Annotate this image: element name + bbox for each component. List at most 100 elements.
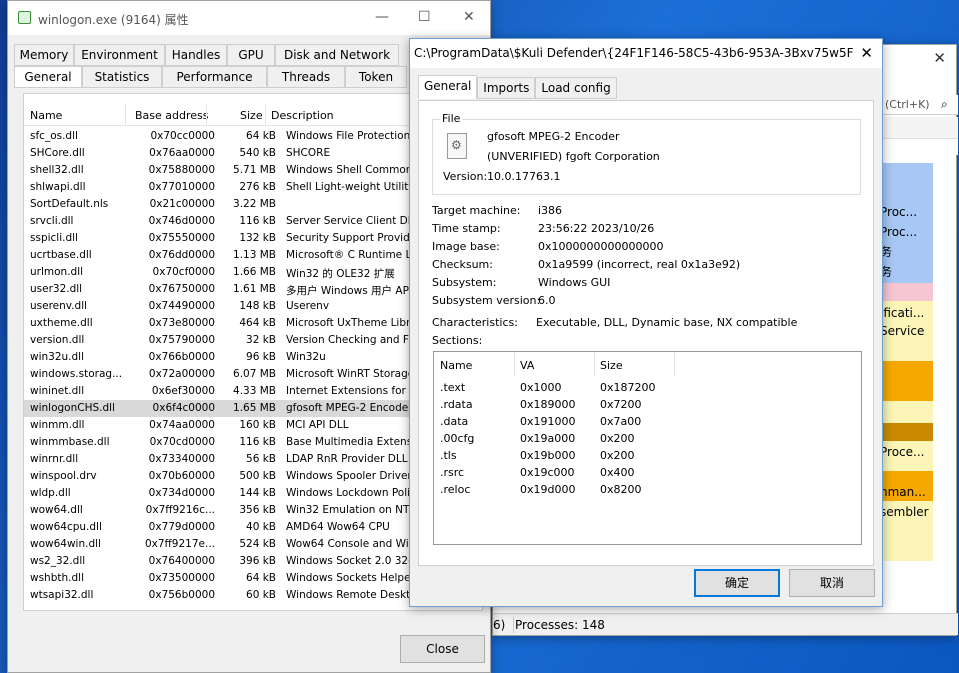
tab-load-config[interactable]: Load config (535, 77, 617, 99)
maximize-icon[interactable]: ☐ (418, 9, 431, 25)
module-name: srvcli.dll (30, 215, 74, 227)
module-description: Windows Sockets Helper DLL (286, 572, 426, 584)
section-row[interactable]: .reloc 0x19d000 0x8200 (434, 482, 861, 499)
section-row[interactable]: .rsrc 0x19c000 0x400 (434, 465, 861, 482)
module-size: 4.33 MB (233, 385, 276, 397)
sections-list[interactable]: Name VA Size .text 0x1000 0x187200 .rdata 0x… (433, 351, 862, 545)
module-description: Windows Shell Common Dll (286, 164, 426, 176)
module-name: urlmon.dll (30, 266, 84, 278)
section-size: 0x200 (600, 432, 635, 445)
hl-brown (878, 423, 933, 441)
module-name: winspool.drv (30, 470, 97, 482)
main-row[interactable]: Proc... (878, 221, 933, 243)
search-icon[interactable]: ⌕ (941, 97, 948, 112)
section-row[interactable]: .tls 0x19b000 0x200 (434, 448, 861, 465)
module-description: Windows Lockdown Policy (286, 487, 423, 499)
module-name: wtsapi32.dll (30, 589, 94, 601)
main-row[interactable]: nman... (878, 481, 933, 503)
dialog-close-icon[interactable]: ✕ (860, 44, 873, 62)
section-name: .00cfg (440, 432, 475, 445)
col-name[interactable]: Name (30, 109, 62, 122)
module-name: userenv.dll (30, 300, 88, 312)
sec-col-name[interactable]: Name (440, 359, 472, 372)
main-row[interactable]: Proc... (878, 201, 933, 223)
file-name: gfosoft MPEG-2 Encoder (487, 130, 620, 143)
tab-general[interactable]: General (418, 75, 478, 99)
main-row[interactable]: 务 (878, 241, 933, 263)
main-row[interactable]: Proce... (878, 441, 933, 463)
section-size: 0x400 (600, 466, 635, 479)
field-label: Subsystem: (432, 276, 497, 289)
main-close-icon[interactable]: ✕ (933, 49, 946, 67)
module-name: version.dll (30, 334, 85, 346)
module-description: Microsoft UxTheme Library (286, 317, 426, 329)
tab-handles[interactable]: Handles (165, 44, 227, 66)
module-description: Internet Extensions for Win32 (286, 385, 426, 397)
module-name: user32.dll (30, 283, 83, 295)
section-row[interactable]: .data 0x191000 0x7a00 (434, 414, 861, 431)
module-size: 64 kB (246, 572, 276, 584)
col-base-address[interactable]: Base address (135, 109, 209, 122)
module-base: 0x21c00000 (149, 198, 215, 210)
tab-environment[interactable]: Environment (74, 44, 165, 66)
module-name: winmmbase.dll (30, 436, 110, 448)
file-group: File gfosoft MPEG-2 Encoder (UNVERIFIED)… (432, 112, 861, 195)
hl-orange-1 (878, 361, 933, 401)
col-description[interactable]: Description (271, 109, 334, 122)
module-base: 0x76aa0000 (149, 147, 215, 159)
col-size[interactable]: Size (240, 109, 263, 122)
module-size: 540 kB (239, 147, 276, 159)
tab-performance[interactable]: Performance (162, 66, 267, 88)
module-size: 116 kB (239, 215, 276, 227)
dialog-tabs: General Imports Load config (418, 75, 617, 99)
module-size: 96 kB (246, 351, 276, 363)
cancel-button[interactable]: 取消 (789, 569, 875, 597)
tab-imports[interactable]: Imports (477, 77, 536, 99)
main-row[interactable]: Service (878, 320, 933, 342)
module-size: 1.61 MB (233, 283, 276, 295)
module-description: 多用户 Windows 用户 API ... (286, 285, 426, 297)
module-name: win32u.dll (30, 351, 85, 363)
section-size: 0x187200 (600, 381, 656, 394)
tab-statistics[interactable]: Statistics (82, 66, 162, 88)
module-size: 132 kB (239, 232, 276, 244)
props-title: winlogon.exe (9164) 属性 (38, 13, 189, 27)
dialog-titlebar[interactable]: C:\ProgramData\$Kuli Defender\{24F1F146-… (410, 39, 882, 68)
module-description: LDAP RnR Provider DLL (286, 453, 408, 465)
tab-threads[interactable]: Threads (267, 66, 345, 88)
module-description: Windows Remote Desktop S... (286, 589, 426, 601)
section-va: 0x19c000 (520, 466, 575, 479)
close-icon[interactable]: ✕ (463, 9, 475, 25)
tab-row-top: Memory Environment Handles GPU Disk and … (14, 44, 399, 66)
module-description: Win32 Emulation on NT64 (286, 504, 423, 516)
sec-col-va[interactable]: VA (520, 359, 534, 372)
section-name: .tls (440, 449, 457, 462)
module-size: 524 kB (239, 538, 276, 550)
module-size: 60 kB (246, 589, 276, 601)
module-name: SHCore.dll (30, 147, 85, 159)
close-button[interactable]: Close (400, 635, 485, 663)
section-row[interactable]: .00cfg 0x19a000 0x200 (434, 431, 861, 448)
field-value: Executable, DLL, Dynamic base, NX compat… (536, 316, 798, 329)
sec-col-size[interactable]: Size (600, 359, 623, 372)
field-label: Time stamp: (432, 222, 501, 235)
tab-memory[interactable]: Memory (14, 44, 74, 66)
section-row[interactable]: .rdata 0x189000 0x7200 (434, 397, 861, 414)
tab-general[interactable]: General (14, 66, 82, 88)
field-value: i386 (538, 204, 563, 217)
field-label: Characteristics: (432, 316, 518, 329)
main-row[interactable]: 务 (878, 261, 933, 283)
tab-token[interactable]: Token (345, 66, 407, 88)
props-titlebar[interactable]: winlogon.exe (9164) 属性 — ☐ ✕ (8, 1, 490, 35)
module-description: Shell Light-weight Utility Libr... (286, 181, 426, 193)
field-label: Target machine: (432, 204, 521, 217)
ok-button[interactable]: 确定 (694, 569, 780, 597)
minimize-icon[interactable]: — (375, 9, 389, 25)
tab-gpu[interactable]: GPU (227, 44, 275, 66)
dialog-title: C:\ProgramData\$Kuli Defender\{24F1F146-… (414, 46, 854, 60)
module-base: 0x75790000 (148, 334, 215, 346)
section-row[interactable]: .text 0x1000 0x187200 (434, 380, 861, 397)
main-row[interactable]: sembler (878, 501, 933, 523)
search-hint: (Ctrl+K) (885, 98, 930, 111)
tab-disk-network[interactable]: Disk and Network (275, 44, 399, 66)
